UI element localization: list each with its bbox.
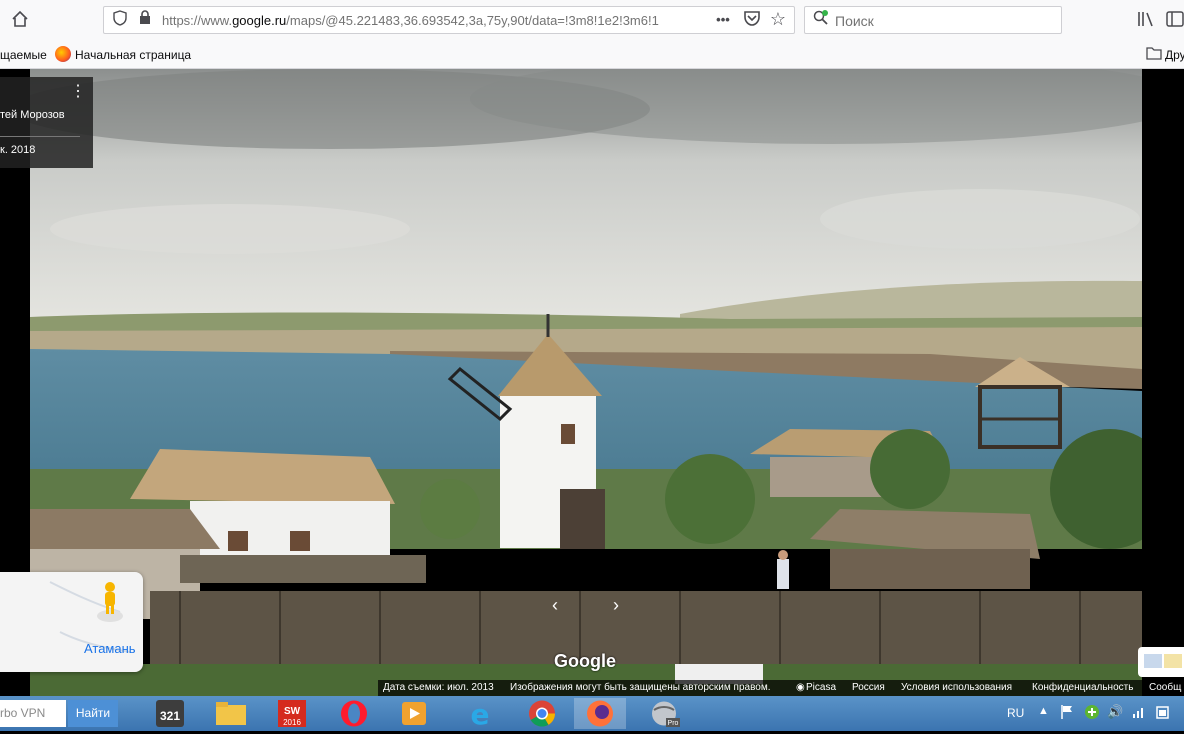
arrow-left-icon[interactable]: ‹ (545, 595, 565, 615)
star-bookmark-icon[interactable]: ☆ (768, 9, 788, 29)
volume-icon[interactable]: 🔊 (1107, 704, 1123, 720)
taskbar: rbo VPN Найти 321 SW 2016 e Pro RU ▲ 🔊 (0, 696, 1184, 731)
terms-link[interactable]: Условия использования (901, 682, 1012, 693)
google-earth-pro-icon[interactable]: Pro (640, 698, 688, 729)
chrome-icon[interactable] (518, 698, 566, 729)
search-bar[interactable]: Поиск (804, 6, 1062, 34)
report-link[interactable]: Сообщ (1149, 682, 1181, 693)
svg-text:SW: SW (284, 706, 301, 717)
card-divider (0, 136, 80, 137)
photo-date: к. 2018 (0, 144, 36, 156)
url-text[interactable]: https://www.google.ru/maps/@45.221483,36… (162, 13, 722, 28)
bookmark-most-visited[interactable]: щаемые (0, 48, 47, 62)
pegman-icon[interactable] (96, 580, 124, 626)
photo-author[interactable]: тей Морозов (0, 109, 65, 121)
svg-text:2016: 2016 (283, 718, 301, 727)
map-thumbnail (1144, 654, 1162, 668)
search-placeholder: Поиск (835, 13, 874, 29)
search-engine-icon[interactable] (811, 10, 831, 32)
file-explorer-icon[interactable] (207, 698, 255, 729)
svg-text:Pro: Pro (668, 720, 679, 727)
battery-icon[interactable] (1155, 704, 1171, 725)
video-player-icon[interactable] (390, 698, 438, 729)
google-logo: Google (554, 651, 616, 671)
language-indicator[interactable]: RU (1007, 706, 1024, 720)
solidworks-2016-icon[interactable]: SW 2016 (268, 698, 316, 729)
folder-icon (1146, 46, 1162, 63)
opera-icon[interactable] (330, 698, 378, 729)
svg-text:321: 321 (160, 709, 180, 723)
library-icon[interactable] (1136, 10, 1156, 34)
capture-date: Дата съемки: июл. 2013 (383, 682, 494, 693)
picasa-link[interactable]: Picasa (806, 682, 836, 693)
privacy-link[interactable]: Конфиденциальность (1032, 682, 1133, 693)
picasa-icon: ◉ (796, 682, 805, 693)
home-icon[interactable] (10, 10, 30, 34)
minimap-place-label[interactable]: Атамань (84, 641, 136, 656)
street-view-viewport[interactable]: тей Морозов к. 2018 ⋮ ‹ › Google Атамань… (0, 69, 1184, 696)
media-player-321-icon[interactable]: 321 (146, 698, 194, 729)
vpn-label: rbo VPN (0, 706, 46, 720)
more-vert-icon[interactable]: ⋮ (70, 84, 86, 100)
satellite-thumbnail (1164, 654, 1182, 668)
arrow-right-icon[interactable]: › (606, 595, 626, 615)
firefox-taskbar-icon[interactable] (574, 698, 626, 729)
bookmark-other[interactable]: Дру (1165, 48, 1184, 62)
layer-toggle-button[interactable] (1138, 647, 1184, 677)
page-actions-icon[interactable]: ••• (710, 10, 736, 30)
find-button[interactable]: Найти (68, 700, 118, 727)
pocket-icon[interactable] (742, 11, 762, 32)
vpn-search-box[interactable]: rbo VPN (0, 700, 66, 727)
bookmarks-toolbar: щаемые Начальная страница Дру (0, 42, 1184, 69)
shield-icon[interactable] (110, 10, 130, 32)
photo-info-card[interactable]: тей Морозов к. 2018 ⋮ (0, 77, 93, 168)
svg-text:e: e (471, 698, 490, 729)
minimap[interactable]: Атамань (0, 572, 143, 672)
browser-toolbar: https://www.google.ru/maps/@45.221483,36… (0, 0, 1184, 42)
panorama-image[interactable] (30, 69, 1142, 696)
show-hidden-icons-icon[interactable]: ▲ (1038, 705, 1049, 717)
flag-icon[interactable] (1060, 704, 1074, 725)
vpn-status-icon[interactable] (1084, 704, 1100, 725)
firefox-icon (55, 46, 71, 62)
internet-explorer-icon[interactable]: e (456, 698, 504, 731)
copyright-notice: Изображения могут быть защищены авторски… (510, 682, 771, 693)
lock-icon[interactable] (137, 10, 153, 31)
sidebar-icon[interactable] (1166, 10, 1184, 34)
address-bar[interactable]: https://www.google.ru/maps/@45.221483,36… (103, 6, 795, 34)
bookmark-home-page[interactable]: Начальная страница (75, 48, 191, 62)
attribution-bar: Дата съемки: июл. 2013 Изображения могут… (378, 680, 1184, 696)
network-icon[interactable] (1131, 704, 1147, 725)
country-label: Россия (852, 682, 885, 693)
